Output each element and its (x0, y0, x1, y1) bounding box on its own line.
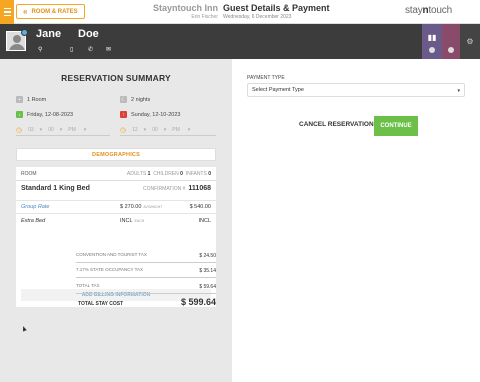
room-icon: ▪ (16, 96, 23, 103)
arrival-ampm[interactable]: PM (68, 127, 76, 133)
page-title-block: Guest Details & Payment Wednesday, 6 Dec… (223, 3, 330, 20)
departure-minute[interactable]: 00 (152, 127, 158, 133)
total-tax-row: TOTAL TAX $ 59.64 (76, 283, 216, 294)
double-chevron-left-icon: « (23, 6, 28, 16)
guest-first-name[interactable]: Jane (36, 28, 61, 40)
departure-date: ↑ Sunday, 12-10-2023 (120, 111, 180, 118)
tax1-row: CONVENTION AND TOURIST TAX $ 24.50 (76, 252, 216, 263)
departure-time-select[interactable]: ◷ 12 ▾ 00 ▾ PM ▾ (120, 125, 216, 136)
total-stay-cost: TOTAL STAY COST $ 599.64 (78, 297, 216, 307)
moon-icon: ☾ (120, 96, 127, 103)
status-tile[interactable] (442, 24, 460, 59)
payment-panel: PAYMENT TYPE Select Payment Type ▾ CANCE… (232, 59, 480, 382)
page-date: Wednesday, 6 December 2023 (223, 14, 292, 20)
reservation-summary-panel: RESERVATION SUMMARY ▪ 1 Room ☾ 2 nights … (0, 59, 232, 382)
user-name: Erin Fischer (191, 14, 218, 20)
back-button-label: ROOM & RATES (31, 8, 78, 15)
departure-icon: ↑ (120, 111, 127, 118)
rate-row: Group Rate $ 270.00 AVG/NIGHT $ 540.00 (21, 204, 211, 210)
departure-ampm[interactable]: PM (172, 127, 180, 133)
room-header: ROOM (21, 171, 37, 177)
rate-name-link[interactable]: Group Rate (21, 204, 49, 210)
occupancy: ADULTS 1 CHILDREN 0 INFANTS 0 (126, 171, 211, 177)
guest-last-name[interactable]: Doe (78, 28, 99, 40)
side-tiles: ▮▮ ⚙ (422, 24, 480, 59)
payment-type-label: PAYMENT TYPE (247, 75, 285, 81)
rate-total: $ 540.00 (189, 204, 211, 210)
arrival-date: ↓ Friday, 12-08-2023 (16, 111, 73, 118)
demographics-button[interactable]: DEMOGRAPHICS (16, 148, 216, 161)
email-icon[interactable]: ✉ (106, 46, 111, 53)
rooms-count: ▪ 1 Room (16, 96, 46, 103)
mouse-cursor-icon (21, 325, 27, 332)
stayntouch-logo: stayntouch (405, 5, 452, 16)
continue-button[interactable]: CONTINUE (374, 116, 418, 136)
arrival-hour[interactable]: 03 (28, 127, 34, 133)
rate-price: $ 270.00 AVG/NIGHT (120, 204, 163, 210)
departure-hour[interactable]: 12 (132, 127, 138, 133)
guest-bar: Jane Doe ⚲ ▯ ✆ ✉ ▮▮ ⚙ (0, 24, 480, 59)
location-icon[interactable]: ⚲ (38, 46, 42, 53)
more-tile[interactable]: ⚙ (460, 24, 480, 59)
top-bar: « ROOM & RATES Stayntouch Inn Erin Fisch… (0, 0, 480, 24)
arrival-minute[interactable]: 00 (48, 127, 54, 133)
back-to-room-rates-button[interactable]: « ROOM & RATES (16, 4, 85, 19)
room-tile[interactable]: ▮▮ (422, 24, 442, 59)
clock-icon: ◷ (16, 127, 23, 134)
page-title: Guest Details & Payment (223, 3, 330, 13)
menu-icon[interactable] (0, 0, 14, 24)
nights-count: ☾ 2 nights (120, 96, 151, 103)
addon-row: Extra Bed INCL EACH INCL (21, 218, 211, 224)
reservation-summary-title: RESERVATION SUMMARY (61, 73, 171, 83)
caret-down-icon: ▾ (457, 88, 460, 94)
payment-type-select[interactable]: Select Payment Type ▾ (247, 83, 465, 97)
addon-total: INCL (198, 218, 211, 224)
mobile-icon[interactable]: ▯ (70, 46, 73, 53)
tax2-row: 7.17% STATE OCCUPANCY TAX $ 35.14 (76, 267, 216, 278)
phone-icon[interactable]: ✆ (88, 46, 93, 53)
arrival-icon: ↓ (16, 111, 23, 118)
addon-name: Extra Bed (21, 218, 46, 224)
status-dot-icon (21, 29, 28, 36)
hotel-name: Stayntouch Inn (153, 3, 218, 13)
cancel-reservation-button[interactable]: CANCEL RESERVATION (299, 121, 374, 128)
clock-icon: ◷ (120, 127, 127, 134)
addon-price: INCL EACH (120, 218, 145, 224)
arrival-time-select[interactable]: ◷ 03 ▾ 00 ▾ PM ▾ (16, 125, 110, 136)
room-type: Standard 1 King Bed (21, 185, 90, 192)
confirmation-number: CONFIRMATION #111068 (142, 185, 211, 192)
